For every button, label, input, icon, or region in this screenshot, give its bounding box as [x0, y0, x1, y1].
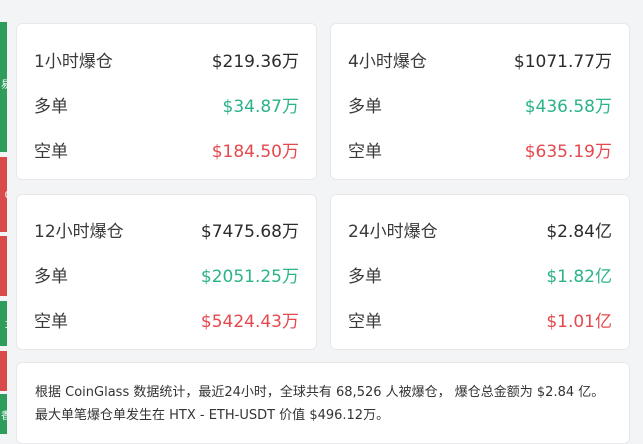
strip-segment: 0	[0, 157, 7, 232]
liquidation-panel: 易 0 3 香 1小时爆仓 $219.36万 多单 $34.87万 空单 $18…	[0, 0, 643, 444]
strip-segment: 香	[0, 394, 7, 434]
short-label: 空单	[348, 141, 382, 162]
card-short-row: 空单 $1.01亿	[348, 307, 612, 332]
card-total-row: 12小时爆仓 $7475.68万	[34, 217, 299, 242]
card-title: 12小时爆仓	[34, 221, 124, 242]
strip-segment: 易	[0, 22, 7, 152]
card-title: 1小时爆仓	[34, 51, 113, 72]
liquidation-card-1h: 1小时爆仓 $219.36万 多单 $34.87万 空单 $184.50万	[16, 23, 317, 180]
short-value: $5424.43万	[200, 311, 299, 332]
short-label: 空单	[348, 311, 382, 332]
long-value: $436.58万	[524, 96, 612, 117]
short-label: 空单	[34, 311, 68, 332]
long-label: 多单	[34, 266, 68, 287]
strip-segment: 3	[0, 301, 7, 346]
long-label: 多单	[34, 96, 68, 117]
card-long-row: 多单 $1.82亿	[348, 262, 612, 287]
left-cropped-strip: 易 0 3 香	[0, 0, 7, 444]
strip-fragment: 3	[5, 321, 7, 331]
summary-box: 根据 CoinGlass 数据统计，最近24小时，全球共有 68,526 人被爆…	[16, 362, 630, 444]
card-total-row: 1小时爆仓 $219.36万	[34, 47, 299, 72]
card-total-value: $7475.68万	[200, 221, 299, 242]
card-short-row: 空单 $184.50万	[34, 137, 299, 162]
liquidation-card-12h: 12小时爆仓 $7475.68万 多单 $2051.25万 空单 $5424.4…	[16, 194, 317, 350]
liquidation-card-4h: 4小时爆仓 $1071.77万 多单 $436.58万 空单 $635.19万	[330, 23, 630, 180]
card-total-value: $2.84亿	[546, 221, 612, 242]
liquidation-card-24h: 24小时爆仓 $2.84亿 多单 $1.82亿 空单 $1.01亿	[330, 194, 630, 350]
long-label: 多单	[348, 266, 382, 287]
long-value: $34.87万	[222, 96, 299, 117]
strip-fragment: 香	[1, 411, 7, 422]
card-short-row: 空单 $635.19万	[348, 137, 612, 162]
short-label: 空单	[34, 141, 68, 162]
long-label: 多单	[348, 96, 382, 117]
short-value: $1.01亿	[546, 311, 612, 332]
strip-fragment: 易	[1, 79, 7, 91]
card-short-row: 空单 $5424.43万	[34, 307, 299, 332]
card-title: 4小时爆仓	[348, 51, 427, 72]
card-long-row: 多单 $34.87万	[34, 92, 299, 117]
short-value: $184.50万	[211, 141, 299, 162]
summary-text: 根据 CoinGlass 数据统计，最近24小时，全球共有 68,526 人被爆…	[35, 385, 605, 423]
card-long-row: 多单 $2051.25万	[34, 262, 299, 287]
card-long-row: 多单 $436.58万	[348, 92, 612, 117]
strip-fragment: 0	[5, 190, 7, 201]
long-value: $2051.25万	[200, 266, 299, 287]
card-total-value: $219.36万	[211, 51, 299, 72]
long-value: $1.82亿	[546, 266, 612, 287]
strip-segment	[0, 351, 7, 391]
card-total-value: $1071.77万	[513, 51, 612, 72]
card-total-row: 24小时爆仓 $2.84亿	[348, 217, 612, 242]
strip-segment	[0, 236, 7, 296]
card-title: 24小时爆仓	[348, 221, 438, 242]
card-total-row: 4小时爆仓 $1071.77万	[348, 47, 612, 72]
short-value: $635.19万	[524, 141, 612, 162]
